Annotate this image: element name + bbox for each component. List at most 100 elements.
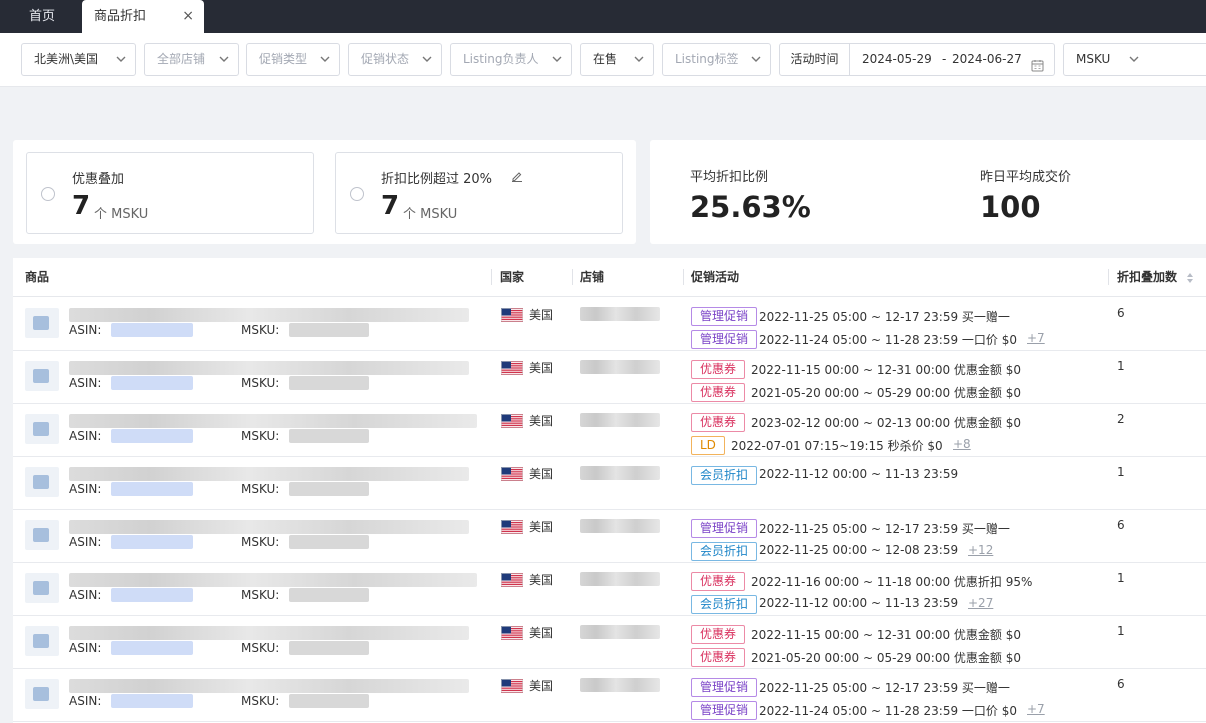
product-thumbnail[interactable] — [25, 361, 59, 391]
edit-icon[interactable] — [511, 170, 523, 182]
sort-icon[interactable] — [1186, 272, 1194, 284]
product-title-redacted[interactable] — [69, 520, 469, 534]
promo-detail: 2022-11-15 00:00 ~ 12-31 00:00 优惠金额 $0 — [751, 363, 1021, 377]
table-row[interactable]: ASIN: MSKU: 美国 优惠券 2022-11-15 00:00 ~ 12-31 … — [13, 351, 1206, 404]
date-start[interactable]: 2024-05-29 — [862, 44, 932, 75]
promo-tag[interactable]: 优惠券 — [691, 572, 746, 591]
more-promos-link[interactable]: +12 — [968, 543, 993, 557]
product-title-redacted[interactable] — [69, 626, 469, 640]
product-thumbnail[interactable] — [25, 626, 59, 656]
msku-label: MSKU: — [241, 482, 280, 496]
msku-value-redacted — [289, 482, 369, 496]
stack-filter-card[interactable]: 优惠叠加 7 个 MSKU — [26, 152, 314, 234]
promo-tag[interactable]: 优惠券 — [691, 625, 746, 644]
asin-value-redacted[interactable] — [111, 376, 193, 390]
table-row[interactable]: ASIN: MSKU: 美国 管理促销 2022-11-25 05:00 ~ 12-17… — [13, 298, 1206, 351]
product-thumbnail[interactable] — [25, 520, 59, 550]
col-shop: 店铺 — [580, 270, 605, 284]
asin-label: ASIN: — [69, 535, 102, 549]
asin-value-redacted[interactable] — [111, 429, 193, 443]
product-title-redacted[interactable] — [69, 573, 477, 587]
promo-tag[interactable]: 管理促销 — [691, 701, 758, 720]
promo-tag[interactable]: 优惠券 — [691, 360, 746, 379]
promo-tag[interactable]: 管理促销 — [691, 307, 758, 326]
promo-tag[interactable]: 会员折扣 — [691, 466, 758, 485]
promo-tag[interactable]: 管理促销 — [691, 519, 758, 538]
msku-field-select[interactable]: MSKU — [1063, 43, 1149, 76]
column-divider[interactable] — [572, 269, 573, 285]
column-divider[interactable] — [491, 269, 492, 285]
over-ratio-radio[interactable] — [350, 187, 364, 201]
promo-tag[interactable]: 优惠券 — [691, 648, 746, 667]
shop-select[interactable]: 全部店铺 — [144, 43, 239, 76]
product-thumbnail[interactable] — [25, 679, 59, 709]
product-image — [33, 634, 49, 648]
promo-tag[interactable]: 优惠券 — [691, 413, 746, 432]
table-row[interactable]: ASIN: MSKU: 美国 优惠券 2023-02-12 00:00 ~ 02-13 … — [13, 404, 1206, 457]
stack-radio[interactable] — [41, 187, 55, 201]
asin-value-redacted[interactable] — [111, 482, 193, 496]
product-title-redacted[interactable] — [69, 361, 469, 375]
promo-detail: 2022-11-16 00:00 ~ 11-18 00:00 优惠折扣 95% — [751, 575, 1033, 589]
us-flag-icon — [501, 467, 523, 481]
asin-value-redacted[interactable] — [111, 588, 193, 602]
table-row[interactable]: ASIN: MSKU: 美国 管理促销 2022-11-25 05:00 ~ 12-17… — [13, 510, 1206, 563]
column-divider[interactable] — [683, 269, 684, 285]
col-stack-count[interactable]: 折扣叠加数 — [1117, 258, 1177, 297]
promo-detail: 2023-02-12 00:00 ~ 02-13 00:00 优惠金额 $0 — [751, 416, 1021, 430]
listing-owner-select[interactable]: Listing负责人 — [450, 43, 572, 76]
row-country: 美国 — [529, 520, 554, 534]
us-flag-icon — [501, 679, 523, 693]
promo-type-select[interactable]: 促销类型 — [246, 43, 340, 76]
more-promos-link[interactable]: +7 — [1027, 331, 1045, 345]
stack-title: 优惠叠加 — [72, 172, 125, 187]
asin-value-redacted[interactable] — [111, 323, 193, 337]
asin-value-redacted[interactable] — [111, 694, 193, 708]
tab-discount[interactable]: 商品折扣 × — [82, 0, 204, 33]
calendar-icon[interactable] — [1031, 53, 1044, 72]
product-image — [33, 422, 49, 436]
asin-value-redacted[interactable] — [111, 641, 193, 655]
promo-tag[interactable]: 管理促销 — [691, 330, 758, 349]
product-thumbnail[interactable] — [25, 467, 59, 497]
product-title-redacted[interactable] — [69, 308, 469, 322]
col-product: 商品 — [25, 270, 50, 284]
product-thumbnail[interactable] — [25, 573, 59, 603]
more-promos-link[interactable]: +27 — [968, 596, 993, 610]
tab-home[interactable]: 首页 — [14, 0, 70, 33]
date-range-picker[interactable]: 活动时间 2024-05-29 - 2024-06-27 — [779, 43, 1055, 76]
product-thumbnail[interactable] — [25, 308, 59, 338]
promo-type-placeholder: 促销类型 — [259, 52, 308, 66]
product-title-redacted[interactable] — [69, 679, 469, 693]
more-promos-link[interactable]: +8 — [953, 437, 971, 451]
table-row[interactable]: ASIN: MSKU: 美国 优惠券 2022-11-16 00:00 ~ 11-18 … — [13, 563, 1206, 616]
promo-status-select[interactable]: 促销状态 — [348, 43, 442, 76]
product-thumbnail[interactable] — [25, 414, 59, 444]
table-row[interactable]: ASIN: MSKU: 美国 会员折扣 2022-11-12 00:00 ~ 11-13… — [13, 457, 1206, 510]
row-country: 美国 — [529, 467, 554, 481]
promo-tag[interactable]: 会员折扣 — [691, 542, 758, 561]
msku-label: MSKU: — [241, 588, 280, 602]
promo-tag[interactable]: LD — [691, 436, 725, 455]
product-title-redacted[interactable] — [69, 467, 469, 481]
product-title-redacted[interactable] — [69, 414, 477, 428]
over-ratio-filter-card[interactable]: 折扣比例超过 20% 7 个 MSKU — [335, 152, 623, 234]
column-divider[interactable] — [1108, 269, 1109, 285]
promo-tag[interactable]: 会员折扣 — [691, 595, 758, 614]
table-row[interactable]: ASIN: MSKU: 美国 优惠券 2022-11-15 00:00 ~ 12-31 … — [13, 616, 1206, 669]
date-end[interactable]: 2024-06-27 — [952, 44, 1022, 75]
asin-label: ASIN: — [69, 641, 102, 655]
more-promos-link[interactable]: +7 — [1027, 702, 1045, 716]
us-flag-icon — [501, 573, 523, 587]
region-select[interactable]: 北美洲\美国 — [21, 43, 136, 76]
table-row[interactable]: ASIN: MSKU: 美国 管理促销 2022-11-25 05:00 ~ 12-17… — [13, 669, 1206, 722]
close-icon[interactable]: × — [182, 0, 194, 33]
promo-tag[interactable]: 管理促销 — [691, 678, 758, 697]
sale-status-select[interactable]: 在售 — [580, 43, 654, 76]
msku-search-input[interactable] — [1148, 43, 1206, 76]
promo-tag[interactable]: 优惠券 — [691, 383, 746, 402]
us-flag-icon — [501, 626, 523, 640]
product-image — [33, 528, 49, 542]
listing-tag-select[interactable]: Listing标签 — [662, 43, 771, 76]
asin-value-redacted[interactable] — [111, 535, 193, 549]
